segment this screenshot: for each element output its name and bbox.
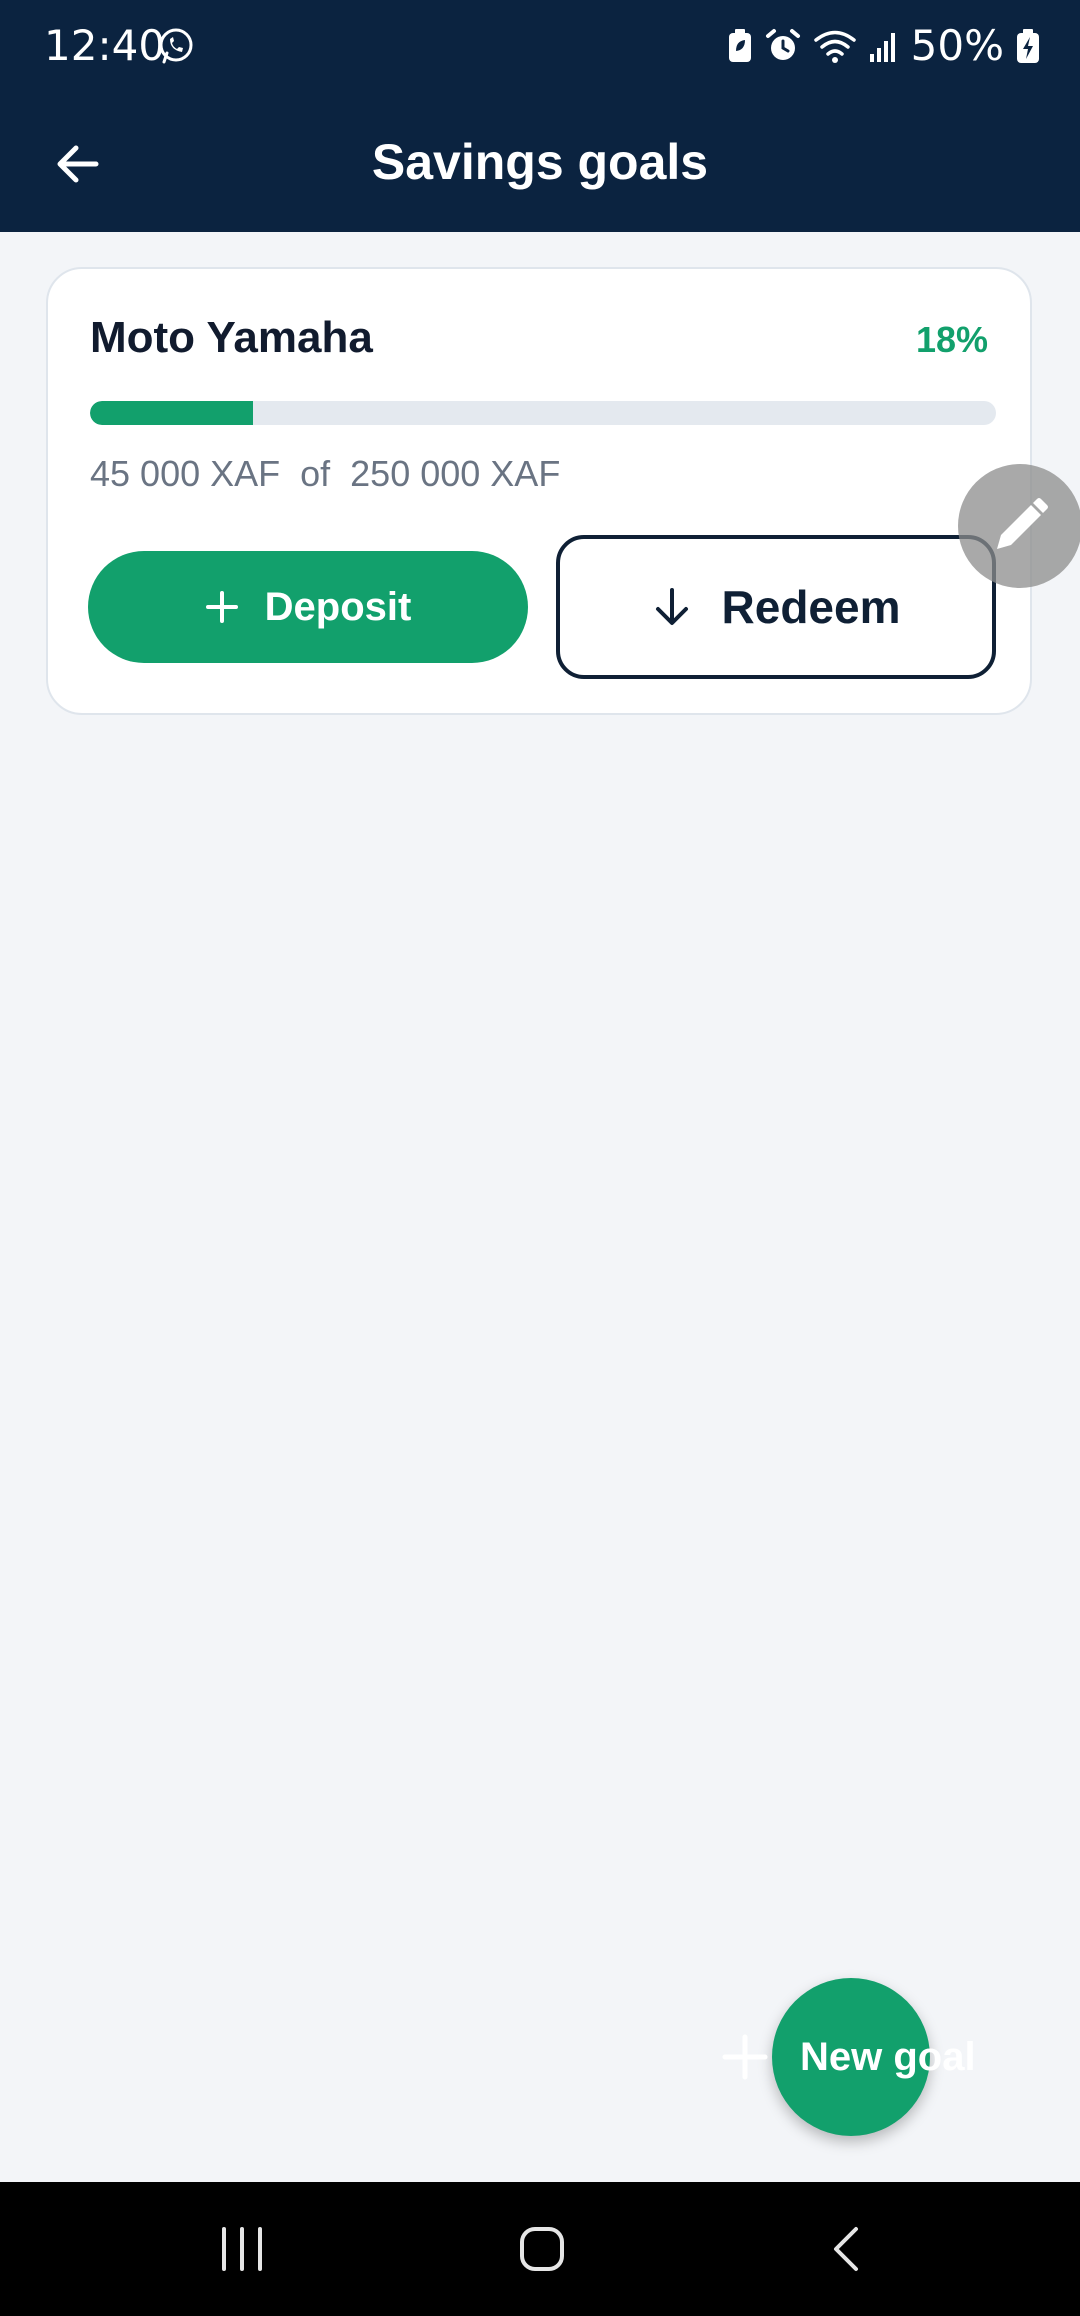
back-button[interactable] (40, 126, 116, 202)
redeem-label: Redeem (721, 581, 901, 633)
goal-percent: 18% (915, 319, 988, 360)
goal-progress-fill (90, 401, 254, 425)
plus-icon (205, 591, 238, 623)
app-header: Savings goals (0, 92, 1080, 232)
recent-apps-icon (222, 2227, 262, 2271)
navigation-bar (0, 2182, 1080, 2316)
arrow-left-icon (57, 145, 99, 183)
status-bar: 12:40 50% (0, 0, 1080, 92)
wifi-icon (813, 30, 856, 63)
alarm-icon (765, 29, 800, 60)
battery-saver-icon (728, 29, 751, 62)
pencil-icon (997, 498, 1048, 549)
home-button[interactable] (502, 2212, 582, 2286)
arrow-down-icon (655, 588, 688, 625)
system-back-button[interactable] (806, 2212, 886, 2286)
new-goal-fab[interactable]: New goal (722, 1978, 982, 2138)
recent-apps-button[interactable] (202, 2212, 282, 2286)
battery-charging-icon (1017, 29, 1039, 63)
new-goal-label: New goal (800, 2035, 976, 2079)
goal-name: Moto Yamaha (90, 313, 373, 362)
deposit-label: Deposit (264, 584, 412, 629)
chevron-left-icon (834, 2227, 858, 2271)
goal-progress-bar (90, 401, 996, 425)
plus-icon (722, 2034, 768, 2080)
redeem-button[interactable]: Redeem (556, 535, 996, 679)
signal-icon (869, 33, 895, 62)
home-icon (520, 2227, 564, 2271)
page-title: Savings goals (371, 134, 709, 190)
battery-percent: 50% (910, 21, 1004, 70)
goal-amounts: 45 000 XAF of 250 000 XAF (90, 453, 561, 494)
status-icons: 50% (727, 22, 1040, 70)
status-time: 12:40 (44, 21, 166, 70)
whatsapp-icon (159, 28, 193, 64)
edit-goal-button[interactable] (958, 464, 1080, 588)
goal-card: Moto Yamaha 18% 45 000 XAF of 250 000 XA… (46, 267, 1032, 715)
deposit-button[interactable]: Deposit (88, 551, 528, 663)
